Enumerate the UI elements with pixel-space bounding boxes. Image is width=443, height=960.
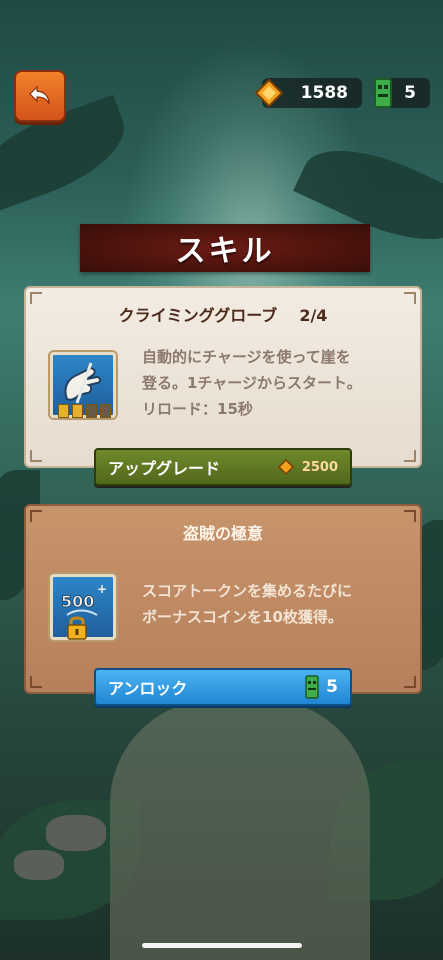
skill-name: 盗賊の極意	[182, 524, 263, 543]
unlock-price: 5	[304, 675, 338, 699]
home-indicator[interactable]	[142, 943, 302, 948]
padlock-icon	[67, 616, 87, 640]
skill-description: 自動的にチャージを使って崖を 登る。1チャージからスタート。 リロード：15秒	[142, 344, 400, 422]
unlock-button[interactable]: アンロック 5	[94, 668, 352, 706]
gem-count: 1588	[300, 83, 348, 103]
charge-pip-filled	[72, 404, 83, 418]
totem-icon	[374, 78, 392, 108]
unlock-label: アンロック	[108, 679, 188, 698]
gem-counter: 1588	[254, 78, 362, 108]
charge-pips	[58, 404, 111, 418]
page-title: スキル	[175, 234, 275, 269]
totem-counter: 5	[374, 78, 430, 108]
back-arrow-icon	[29, 85, 50, 105]
charge-pip-empty	[100, 404, 111, 418]
unlock-price-value: 5	[326, 677, 338, 697]
upgrade-button[interactable]: アップグレード 2500	[94, 448, 352, 486]
description-line: 登る。1チャージからスタート。	[142, 374, 362, 392]
skill-title: 盗賊の極意	[26, 520, 420, 544]
title-ribbon: スキル	[80, 224, 370, 272]
svg-text:+: +	[97, 582, 107, 596]
skill-level: 2/4	[299, 306, 328, 325]
totem-count: 5	[404, 83, 416, 103]
gem-icon	[254, 78, 284, 108]
totem-icon	[305, 675, 319, 699]
description-line: リロード：15秒	[142, 400, 253, 418]
upgrade-price: 2500	[277, 459, 338, 475]
svg-text:500: 500	[61, 592, 94, 611]
upgrade-label: アップグレード	[108, 459, 221, 478]
skill-description: スコアトークンを集めるたびに ボーナスコインを10枚獲得。	[142, 578, 400, 630]
gem-icon	[277, 459, 294, 475]
description-line: ボーナスコインを10枚獲得。	[142, 608, 343, 626]
upgrade-price-value: 2500	[301, 459, 338, 475]
charge-pip-filled	[58, 404, 69, 418]
description-line: 自動的にチャージを使って崖を	[142, 348, 351, 366]
back-button[interactable]	[14, 70, 66, 122]
skill-name: クライミンググローブ	[118, 306, 278, 325]
description-line: スコアトークンを集めるたびに	[142, 582, 353, 600]
skill-title: クライミンググローブ 2/4	[26, 302, 420, 326]
charge-pip-empty	[86, 404, 97, 418]
